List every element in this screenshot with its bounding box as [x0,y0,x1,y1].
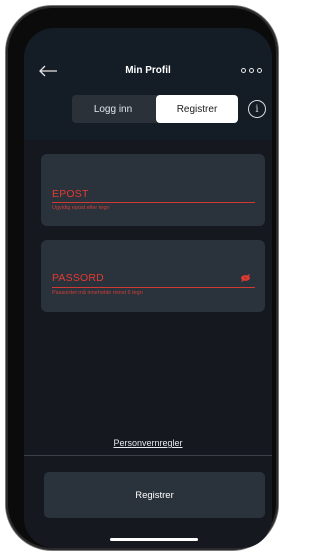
three-dots-icon[interactable] [241,68,262,73]
auth-tab-control: Logg inn Registrer [72,95,238,123]
eye-off-icon[interactable] [240,274,251,282]
home-indicator [110,538,198,541]
header: Min Profil Logg inn Registrer i [24,28,272,140]
privacy-link[interactable]: Personvernregler [24,438,272,448]
email-error: Ugyldig epost eller tegn [52,205,110,211]
phone-frame: Min Profil Logg inn Registrer i EPOST Ug… [6,6,278,550]
app-screen: Min Profil Logg inn Registrer i EPOST Ug… [24,28,272,548]
page-title: Min Profil [125,65,171,76]
tab-login[interactable]: Logg inn [72,95,154,123]
email-card: EPOST Ugyldig epost eller tegn [41,154,265,226]
password-error: Passordet må inneholde minst 6 tegn [52,290,143,296]
info-icon[interactable]: i [248,100,266,118]
tab-register[interactable]: Registrer [156,95,238,123]
divider [24,455,272,456]
register-button[interactable]: Registrer [44,472,265,518]
password-field[interactable]: PASSORD [52,272,104,284]
email-underline [52,202,255,203]
email-field[interactable]: EPOST [52,188,89,200]
password-underline [52,287,255,288]
password-card: PASSORD Passordet må inneholde minst 6 t… [41,240,265,312]
